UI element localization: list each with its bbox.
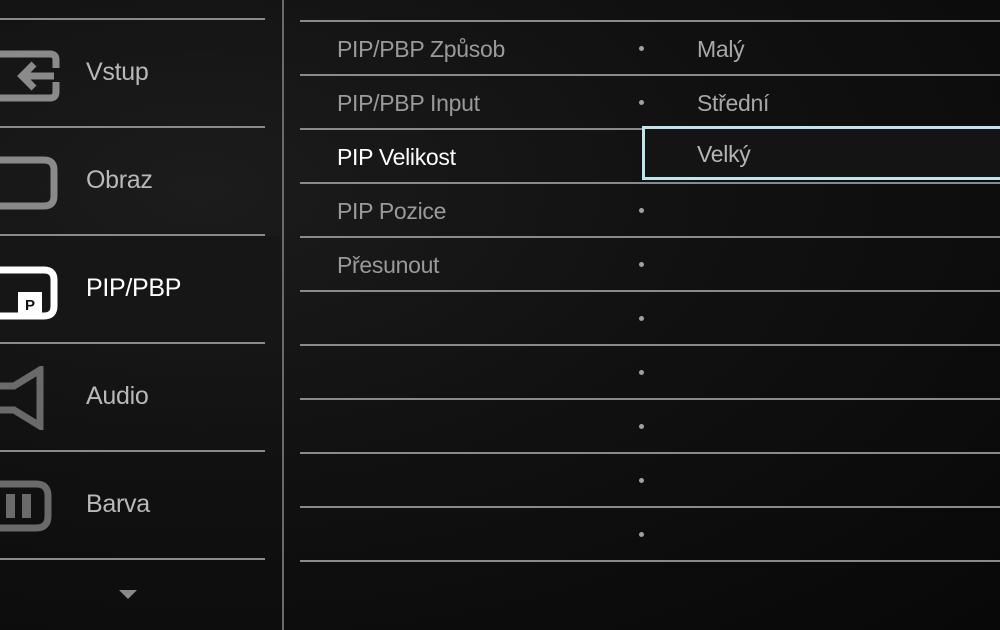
chevron-down-icon[interactable]	[119, 590, 137, 599]
sidebar-item-label: Barva	[86, 490, 150, 518]
setting-row-empty	[300, 400, 1000, 454]
sidebar-item-audio[interactable]: Audio	[0, 344, 280, 452]
bullet-icon	[639, 424, 644, 429]
sidebar-item-pip-pbp[interactable]: P PIP/PBP	[0, 236, 280, 344]
input-icon	[0, 42, 60, 106]
setting-label: Přesunout	[337, 252, 440, 278]
column-divider	[282, 0, 284, 630]
sidebar-item-label: Audio	[86, 382, 149, 410]
picture-icon	[0, 150, 60, 214]
category-sidebar: Vstup Obraz P PIP/PBP Audio Barva	[0, 0, 280, 630]
color-icon	[0, 474, 60, 538]
setting-label: PIP Pozice	[337, 198, 447, 224]
option-maly[interactable]: Malý	[697, 36, 745, 63]
bullet-icon	[639, 532, 644, 537]
setting-row-pip-pbp-input[interactable]: PIP/PBP Input Střední	[300, 76, 1000, 130]
bullet-icon	[639, 370, 644, 375]
speaker-icon	[0, 363, 60, 433]
bullet-icon	[639, 262, 644, 267]
bullet-icon	[639, 100, 644, 105]
sidebar-item-obraz[interactable]: Obraz	[0, 128, 280, 236]
setting-label: PIP/PBP Input	[337, 90, 480, 116]
option-stredni[interactable]: Střední	[697, 90, 769, 117]
option-velky[interactable]: Velký	[697, 141, 751, 168]
setting-row-empty	[300, 454, 1000, 508]
setting-row-empty	[300, 508, 1000, 562]
setting-label: PIP Velikost	[337, 144, 456, 170]
bullet-icon	[639, 46, 644, 51]
bullet-icon	[639, 316, 644, 321]
sidebar-item-barva[interactable]: Barva	[0, 452, 280, 560]
setting-row-empty	[300, 292, 1000, 346]
sidebar-item-label: PIP/PBP	[86, 274, 182, 302]
sidebar-item-label: Vstup	[86, 58, 149, 86]
setting-row-pip-pozice[interactable]: PIP Pozice	[300, 184, 1000, 238]
setting-row-presunout[interactable]: Přesunout	[300, 238, 1000, 292]
osd-menu-screen: Vstup Obraz P PIP/PBP Audio Barva PIP/PB…	[0, 0, 1000, 630]
sidebar-item-label: Obraz	[86, 166, 153, 194]
pip-icon: P	[0, 258, 60, 322]
selected-option-highlight[interactable]: Velký	[642, 126, 1000, 180]
setting-row-pip-pbp-zpusob[interactable]: PIP/PBP Způsob Malý	[300, 22, 1000, 76]
setting-row-empty	[300, 346, 1000, 400]
svg-text:P: P	[25, 297, 35, 314]
setting-label: PIP/PBP Způsob	[337, 36, 505, 62]
settings-list: PIP/PBP Způsob Malý PIP/PBP Input Středn…	[300, 0, 1000, 630]
bullet-icon	[639, 208, 644, 213]
sidebar-item-vstup[interactable]: Vstup	[0, 20, 280, 128]
bullet-icon	[639, 478, 644, 483]
